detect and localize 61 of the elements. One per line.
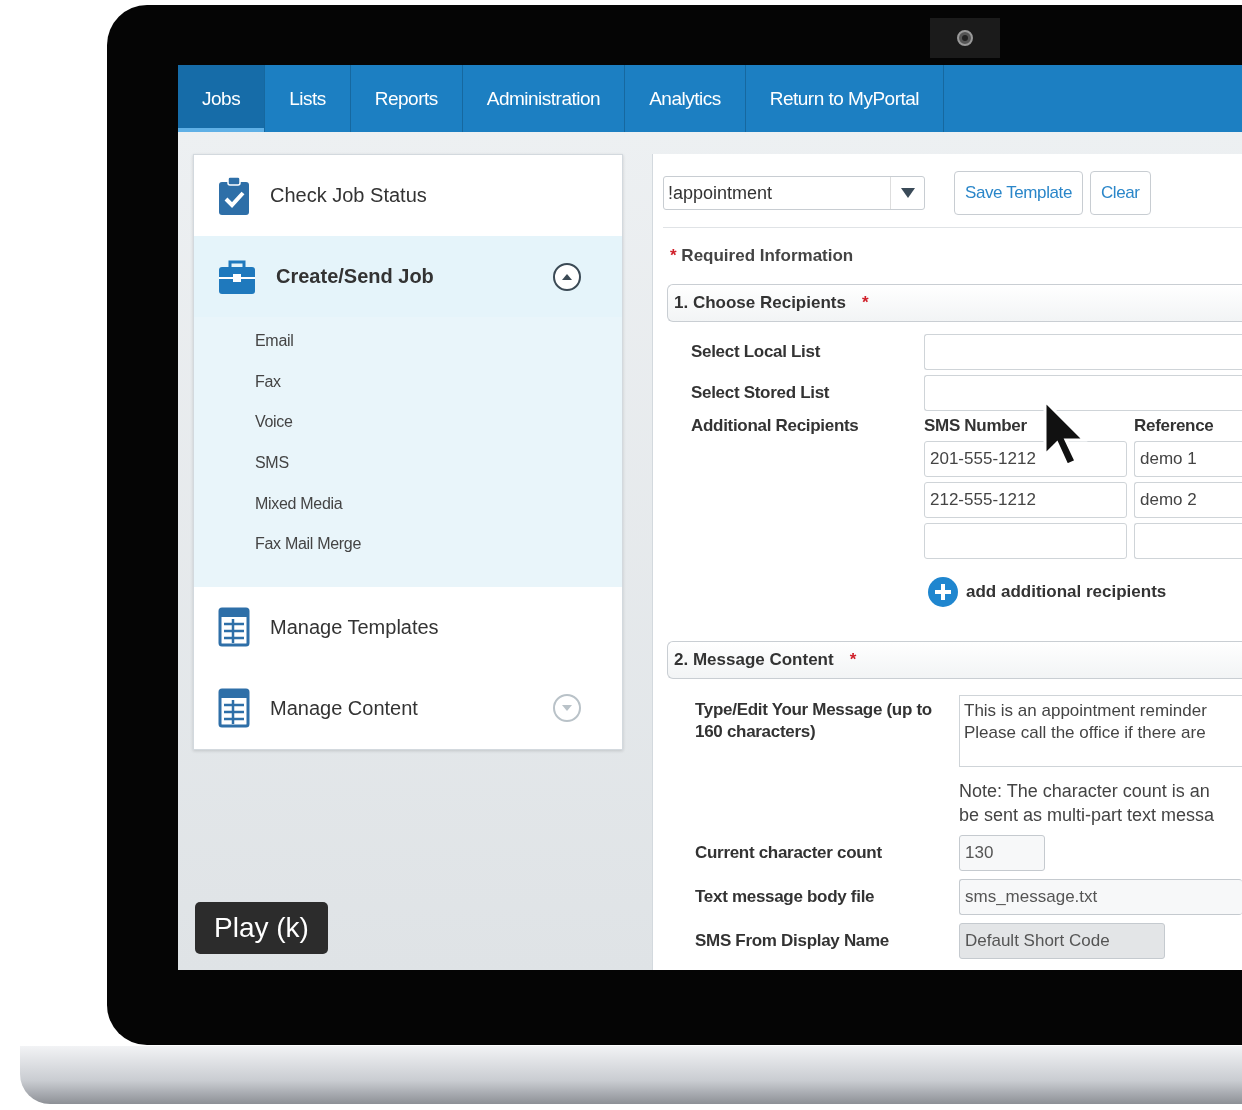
add-recipients-link[interactable]: add additional recipients [924,564,1242,641]
input-field[interactable] [924,523,1127,559]
nav-tab[interactable]: Return to MyPortal [745,65,945,132]
sidebar-item-label: Create/Send Job [276,265,435,288]
link-label: add additional recipients [966,582,1167,602]
submenu-item[interactable]: Mixed Media [255,483,622,524]
nav-tab[interactable]: Analytics [625,65,746,132]
sidebar-item-label: Check Job Status [270,184,428,207]
field-label: Select Local List [691,342,822,362]
section-header[interactable]: 1. Choose Recipients * [667,284,1242,322]
section-header[interactable]: 2. Message Content * [667,641,1242,679]
nav-tab[interactable]: Lists [265,65,351,132]
sidebar-item-label: Manage Content [270,696,419,720]
input-field[interactable] [924,334,1242,370]
camera-icon [956,29,974,47]
input-field[interactable]: demo 1 [1134,441,1242,477]
field-label: Text message body file [695,886,876,908]
field-label: Additional Recipients [691,416,860,436]
sidebar-item[interactable]: Manage Templates [194,586,622,668]
toolbox-icon [218,258,256,295]
message-text-area[interactable]: This is an appointment reminder Please call the office if there are [959,695,1242,767]
caret-icon [900,188,915,198]
input-field[interactable] [924,375,1242,411]
input-field[interactable]: 201-555-1212 [924,441,1127,477]
required-note: * Required Information [669,245,855,267]
field-label: Type/Edit Your Message (up to 160 characters) [695,699,933,743]
input-field[interactable]: sms_message.txt [959,879,1242,915]
plus-icon [928,577,958,607]
submenu-item[interactable]: Fax Mail Merge [255,523,622,565]
clipboard-check-icon [218,175,250,216]
submenu-item[interactable]: Email [255,321,622,362]
form-icon [218,688,250,729]
collapse-icon[interactable] [552,261,582,292]
input-field[interactable]: 212-555-1212 [924,482,1127,518]
toolbar-button[interactable]: Clear [1089,171,1151,215]
sidebar-item[interactable]: Create/Send Job [194,236,622,317]
sidebar-item-label: Manage Templates [270,615,440,639]
submenu-item[interactable]: Fax [255,361,622,403]
input-field[interactable]: demo 2 [1134,482,1242,518]
nav-tab[interactable]: Jobs [178,65,266,132]
character-note: Note: The character count is an be sent as multi-part text messa [959,780,1216,827]
field-label: Current character count [695,842,883,864]
column-header: Reference [1134,416,1215,436]
field-label: SMS From Display Name [695,930,890,952]
form-icon [218,607,250,648]
input-field[interactable] [1134,523,1242,559]
column-header: SMS Number [924,416,1028,436]
nav-tab[interactable]: Administration [462,65,626,132]
sidebar-item[interactable]: Check Job Status [194,155,622,236]
required-mark: * [861,293,869,313]
toolbar-button[interactable]: Save Template [954,171,1083,215]
field-label: Select Stored List [691,383,831,403]
submenu-item[interactable]: SMS [255,442,622,484]
play-tooltip: Play (k) [195,902,328,954]
required-mark: * [849,650,857,670]
expand-icon[interactable] [552,693,582,724]
nav-tab[interactable]: Reports [350,65,463,132]
template-select[interactable]: !appointment [663,176,925,210]
submenu-item[interactable]: Voice [255,402,622,443]
input-field[interactable]: 130 [959,835,1045,871]
sidebar-item[interactable]: Manage Content [194,667,622,749]
